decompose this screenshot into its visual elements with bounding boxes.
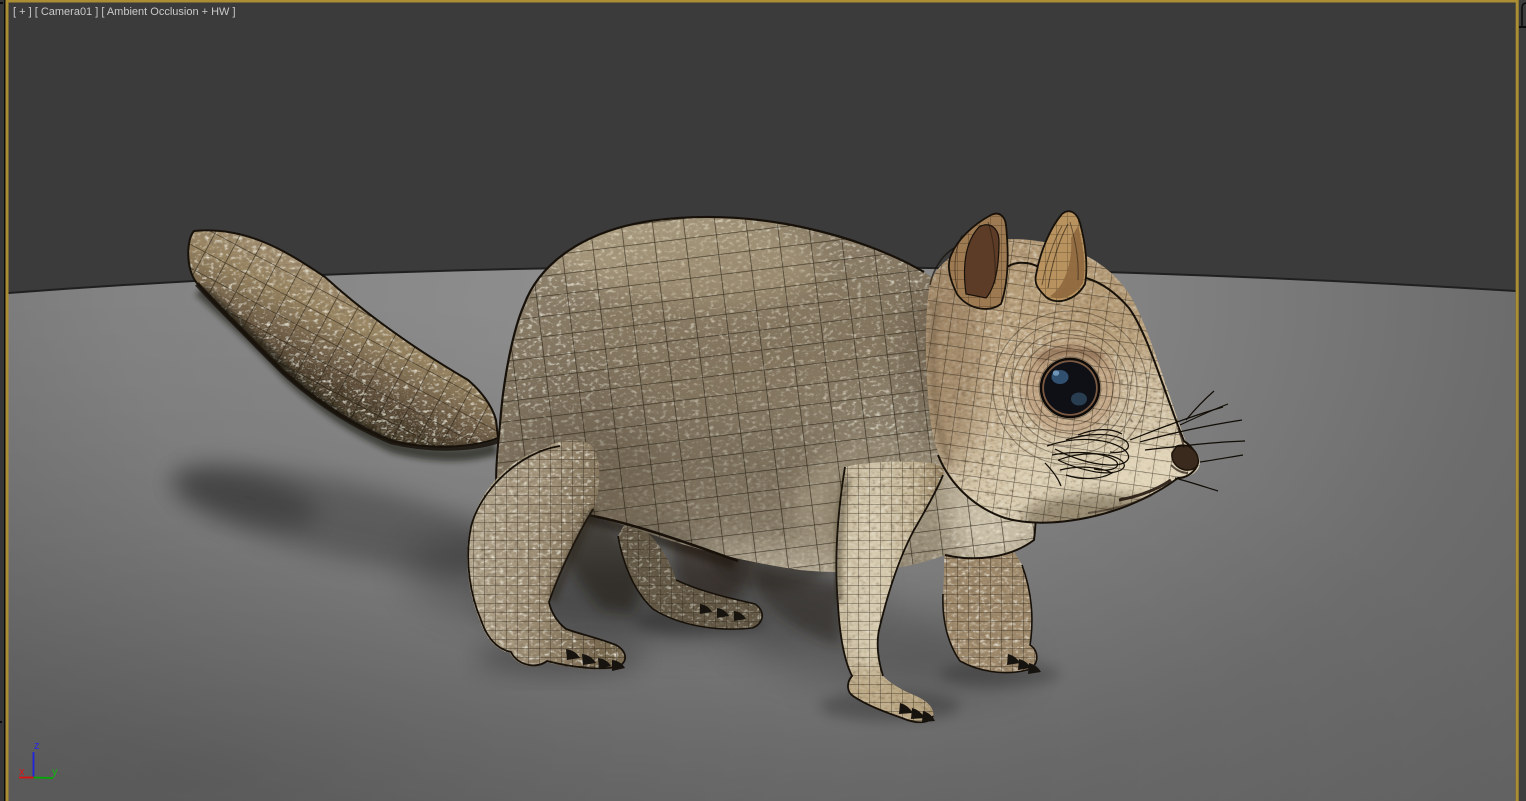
svg-text:z: z [34, 740, 40, 752]
svg-text:x: x [19, 766, 25, 778]
svg-text:y: y [52, 766, 58, 778]
svg-text:[ + ] [ Camera01 ] [ Ambient O: [ + ] [ Camera01 ] [ Ambient Occlusion +… [13, 6, 236, 18]
